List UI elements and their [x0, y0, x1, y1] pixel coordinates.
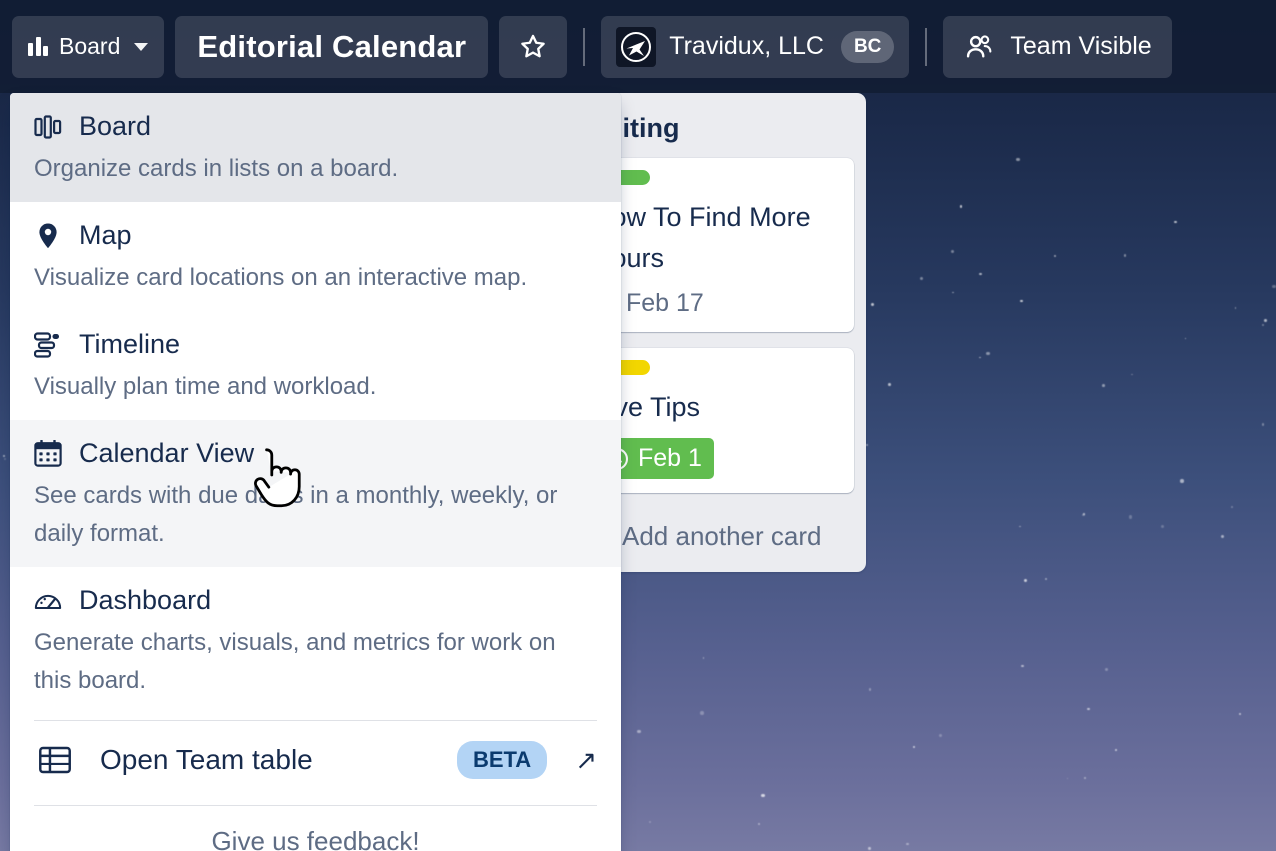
- header-divider-2: [925, 28, 927, 66]
- menu-item-label: Map: [79, 220, 132, 251]
- dashboard-gauge-icon: [34, 587, 62, 615]
- add-card-label: Add another card: [622, 521, 821, 552]
- organization-button[interactable]: Travidux, LLC BC: [601, 16, 909, 78]
- menu-item-description: Organize cards in lists on a board.: [34, 150, 597, 188]
- give-feedback-link[interactable]: Give us feedback!: [10, 806, 621, 851]
- menu-item-timeline[interactable]: Timeline Visually plan time and workload.: [10, 311, 621, 420]
- star-icon: [518, 32, 548, 62]
- kanban-icon: [34, 113, 62, 141]
- due-date-text: Feb 17: [626, 289, 704, 318]
- menu-item-label: Timeline: [79, 329, 180, 360]
- calendar-icon: [34, 440, 62, 468]
- menu-item-description: See cards with due dates in a monthly, w…: [34, 477, 597, 553]
- view-switcher-label: Board: [59, 33, 120, 60]
- menu-item-description: Visually plan time and workload.: [34, 368, 597, 406]
- visibility-label: Team Visible: [1010, 32, 1151, 61]
- beta-badge: BETA: [457, 741, 547, 779]
- travidux-logo-icon: [616, 27, 656, 67]
- members-icon: [963, 31, 995, 63]
- menu-item-board[interactable]: Board Organize cards in lists on a board.: [10, 93, 621, 202]
- open-team-table-label: Open Team table: [100, 744, 313, 776]
- board-title[interactable]: Editorial Calendar: [175, 16, 488, 78]
- visibility-button[interactable]: Team Visible: [943, 16, 1171, 78]
- organization-name: Travidux, LLC: [669, 32, 824, 61]
- card-badges: Feb 1: [592, 438, 840, 479]
- board-header: Board Editorial Calendar Travidux, LLC B…: [0, 0, 1276, 93]
- star-board-button[interactable]: [499, 16, 567, 78]
- view-switcher-menu: Board Organize cards in lists on a board.…: [10, 93, 621, 851]
- external-link-icon: ↗: [575, 745, 597, 776]
- menu-item-label: Board: [79, 111, 151, 142]
- chevron-down-icon: [134, 43, 148, 51]
- card-title: Five Tips: [592, 387, 840, 428]
- card-title: How To Find More Hours: [592, 197, 840, 279]
- card-badges: Feb 17: [592, 289, 840, 318]
- organization-badge: BC: [841, 31, 894, 63]
- trello-board-app: Board Editorial Calendar Travidux, LLC B…: [0, 0, 1276, 851]
- open-team-table-item[interactable]: Open Team table BETA ↗: [10, 721, 621, 799]
- menu-item-description: Generate charts, visuals, and metrics fo…: [34, 624, 597, 700]
- menu-item-description: Visualize card locations on an interacti…: [34, 259, 597, 297]
- table-icon: [38, 745, 72, 775]
- header-divider-1: [583, 28, 585, 66]
- kanban-icon: [28, 37, 48, 56]
- due-date-text: Feb 1: [638, 444, 702, 473]
- menu-item-dashboard[interactable]: Dashboard Generate charts, visuals, and m…: [10, 567, 621, 714]
- menu-item-label: Calendar View: [79, 438, 254, 469]
- location-pin-icon: [34, 222, 62, 250]
- menu-item-calendar-view[interactable]: Calendar View See cards with due dates in…: [10, 420, 621, 567]
- timeline-icon: [34, 331, 62, 359]
- menu-item-label: Dashboard: [79, 585, 211, 616]
- menu-item-map[interactable]: Map Visualize card locations on an intera…: [10, 202, 621, 311]
- view-switcher-button[interactable]: Board: [12, 16, 164, 78]
